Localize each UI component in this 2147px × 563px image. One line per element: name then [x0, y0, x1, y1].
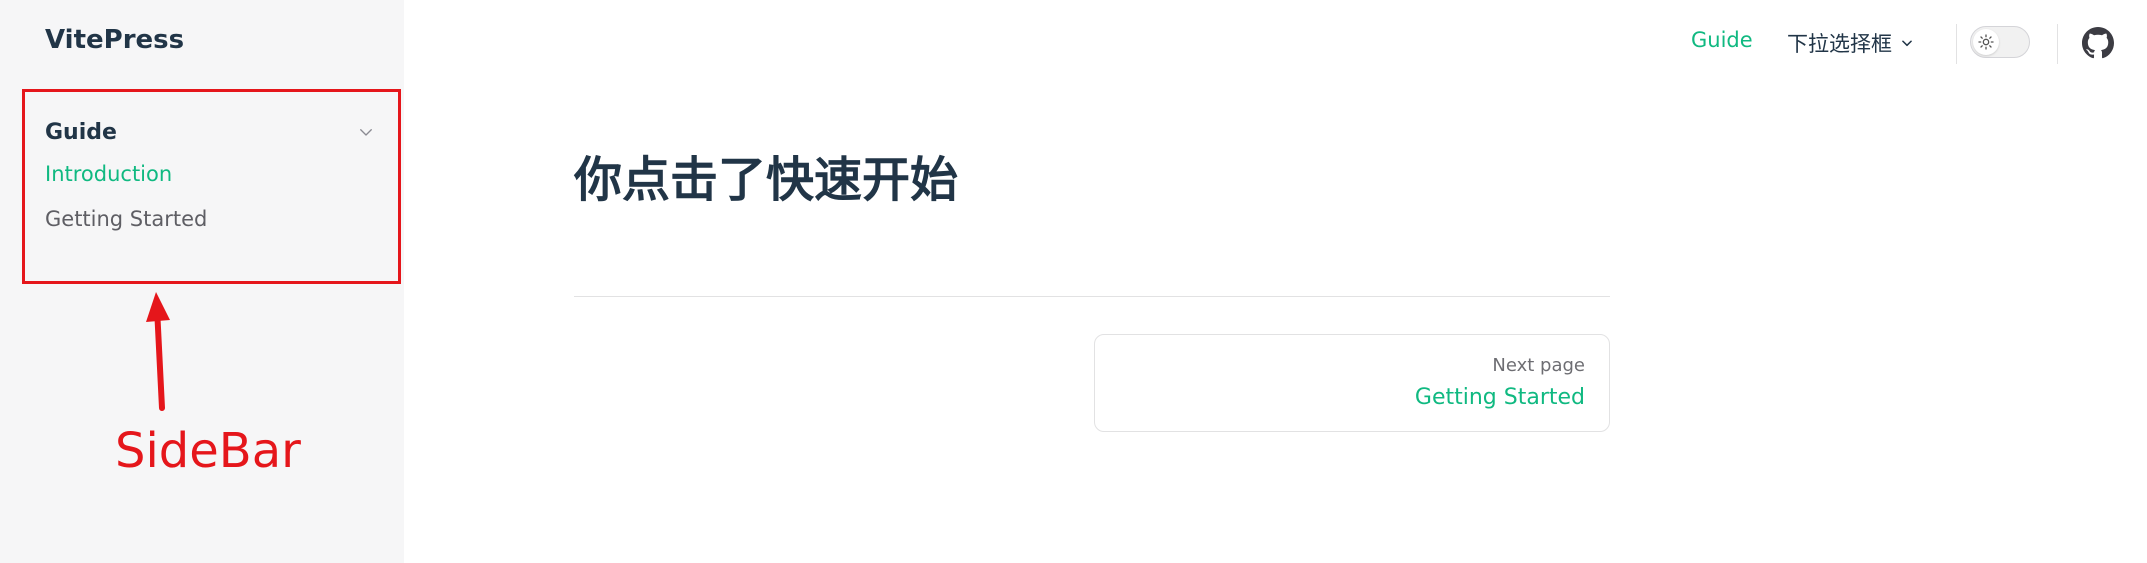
- sidebar: VitePress Guide Introduction Getting Sta…: [0, 0, 404, 563]
- next-page-desc: Next page: [1492, 355, 1585, 376]
- sun-icon: [1978, 34, 1994, 50]
- nav-dropdown[interactable]: 下拉选择框: [1787, 28, 1914, 58]
- chevron-down-icon: [360, 129, 372, 136]
- annotation-label: SideBar: [115, 423, 301, 479]
- top-navbar: Guide 下拉选择框: [404, 0, 2147, 86]
- theme-toggle-switch[interactable]: [1970, 26, 2030, 58]
- nav-dropdown-label: 下拉选择框: [1787, 32, 1892, 56]
- sidebar-group-title: Guide: [45, 119, 117, 145]
- chevron-down-icon: [1902, 40, 1912, 47]
- nav-divider: [2057, 24, 2058, 64]
- switch-knob: [1973, 29, 1999, 55]
- sidebar-item-getting-started[interactable]: Getting Started: [45, 207, 207, 231]
- github-icon[interactable]: [2082, 27, 2114, 59]
- nav-divider: [1956, 24, 1957, 64]
- nav-link-guide[interactable]: Guide: [1691, 28, 1753, 52]
- sidebar-group-header[interactable]: Guide: [45, 114, 375, 150]
- annotation-arrow-icon: [146, 292, 170, 411]
- sidebar-item-introduction[interactable]: Introduction: [45, 162, 172, 186]
- page-title: 你点击了快速开始: [574, 152, 959, 208]
- sidebar-group-guide: Guide Introduction Getting Started: [22, 89, 401, 284]
- next-page-title: Getting Started: [1414, 385, 1585, 410]
- site-title[interactable]: VitePress: [45, 25, 184, 55]
- next-page-link[interactable]: Next page Getting Started: [1094, 334, 1610, 432]
- content-divider: [574, 296, 1610, 297]
